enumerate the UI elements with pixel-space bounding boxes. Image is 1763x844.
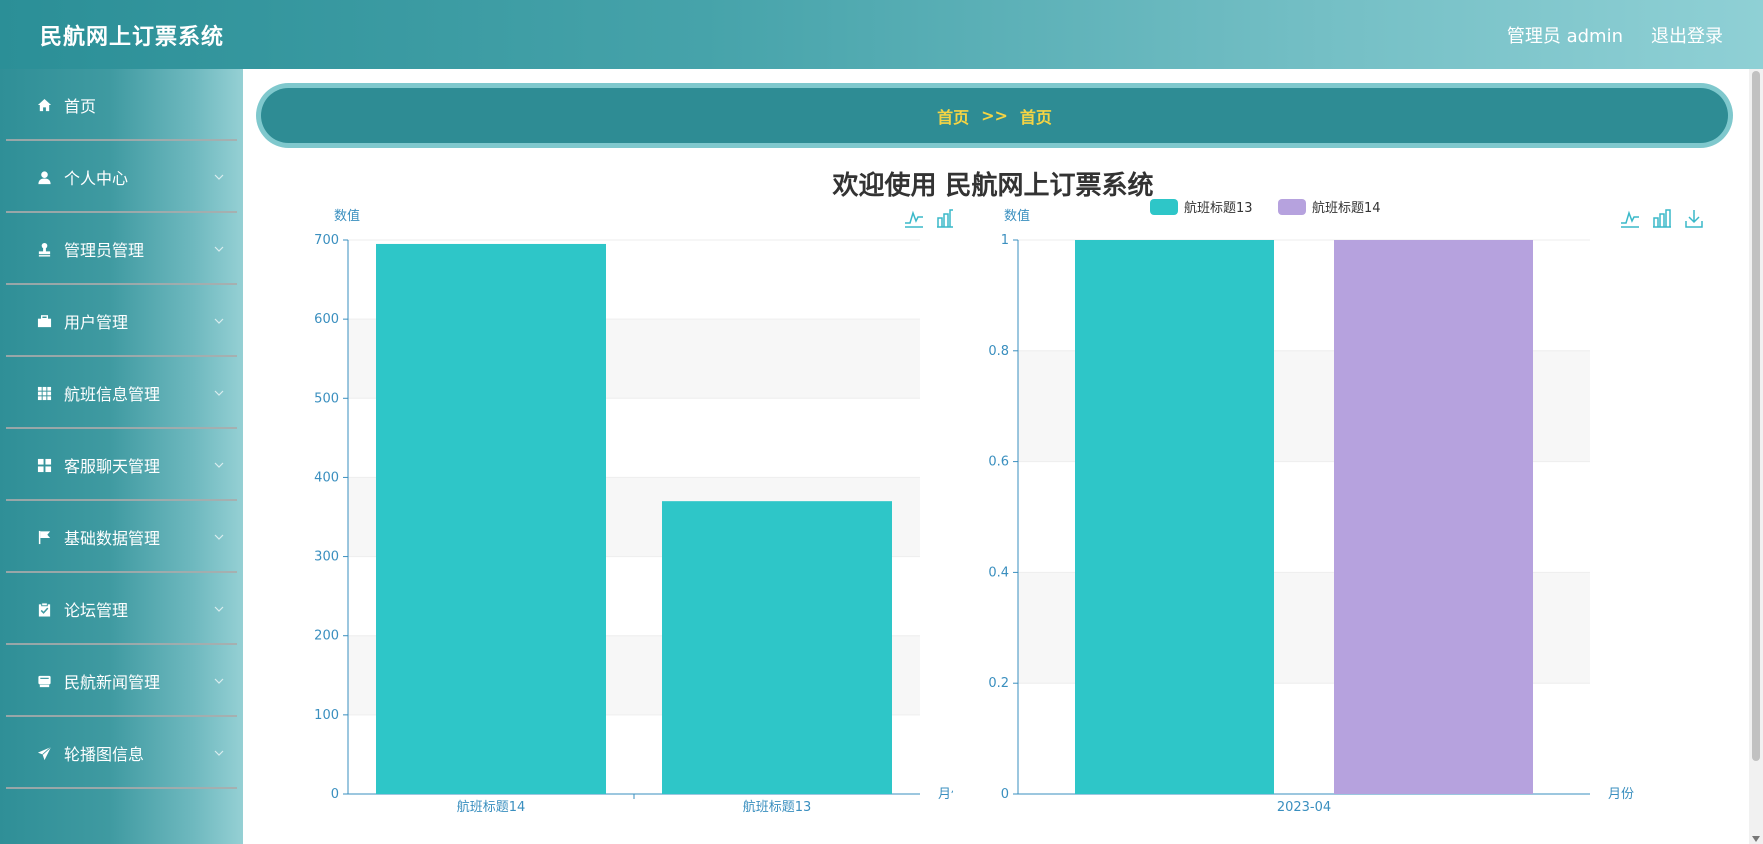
bar-secondary [1334,240,1533,794]
legend-label: 航班标题14 [1312,200,1381,216]
main-content: 首页 >> 首页 欢迎使用 民航网上订票系统 0 100 200 300 400 500 6… [243,69,1743,844]
y-axis-label: 数值 [1004,208,1030,224]
scroll-down-arrow-icon[interactable] [1752,836,1760,842]
line-chart-icon[interactable] [1621,210,1639,228]
sidebar-item-label: 管理员管理 [64,241,145,260]
y-axis-label: 数值 [334,208,360,224]
sidebar-item-forum-management[interactable]: 论坛管理 [6,573,237,645]
apps-icon [36,457,52,473]
y-tick-label: 0.2 [988,676,1009,691]
bar-primary [376,243,606,794]
y-tick-label: 700 [314,233,339,248]
y-tick-label: 300 [314,550,339,565]
download-icon[interactable] [1685,210,1703,228]
bar-chart-icon[interactable] [937,209,953,228]
clipboard-icon [36,601,52,617]
sidebar-item-flight-info-management[interactable]: 航班信息管理 [6,357,237,429]
breadcrumb-root-link[interactable]: 首页 [937,104,969,128]
chevron-down-icon [214,534,224,540]
y-tick-label: 0.8 [988,344,1009,359]
breadcrumb-current: 首页 [1019,107,1052,127]
chevron-down-icon [214,318,224,324]
flag-icon [36,529,52,545]
grid-icon [36,385,52,401]
sidebar-item-label: 客服聊天管理 [64,457,161,476]
app-title: 民航网上订票系统 [40,24,225,50]
legend-swatch [1278,199,1306,215]
send-icon [36,745,52,761]
sidebar-item-label: 轮播图信息 [64,745,145,764]
sidebar-item-admin-management[interactable]: 管理员管理 [6,213,237,285]
sidebar-item-customer-chat-management[interactable]: 客服聊天管理 [6,429,237,501]
x-axis-label: 月份 [938,787,953,802]
breadcrumb: 首页 >> 首页 [261,88,1728,143]
scrollbar-thumb[interactable] [1752,71,1760,761]
x-axis-label: 月份 [1608,787,1634,802]
y-tick-label: 600 [314,312,339,327]
y-tick-label: 0.4 [988,565,1009,580]
sidebar-item-label: 基础数据管理 [64,529,161,548]
legend-label: 航班标题13 [1184,200,1253,216]
top-header: 民航网上订票系统 管理员 admin 退出登录 [0,0,1763,69]
y-tick-label: 1 [1001,233,1009,248]
x-tick-label: 航班标题14 [457,799,526,815]
y-tick-label: 0.6 [988,455,1009,470]
chevron-down-icon [214,246,224,252]
sidebar-item-base-data-management[interactable]: 基础数据管理 [6,501,237,573]
sidebar-item-label: 航班信息管理 [64,385,161,404]
chevron-down-icon [214,390,224,396]
briefcase-icon [36,313,52,329]
chevron-down-icon [214,174,224,180]
x-tick-label: 航班标题13 [743,799,812,815]
chevron-down-icon [214,462,224,468]
breadcrumb-separator: >> [981,106,1008,125]
sidebar-item-label: 论坛管理 [64,601,129,620]
sidebar-item-personal-center[interactable]: 个人中心 [6,141,237,213]
line-chart-icon[interactable] [905,210,923,228]
sidebar-menu: 首页 个人中心 管理员管理 用户管理 航班信息管理 客服聊天管理 基础数据管理 … [0,69,243,844]
chevron-down-icon [214,678,224,684]
vertical-scrollbar[interactable] [1749,69,1763,844]
y-tick-label: 100 [314,708,339,723]
sidebar-item-label: 民航新闻管理 [64,673,161,692]
bar-primary [1075,240,1274,794]
sidebar-item-home[interactable]: 首页 [6,69,237,141]
home-icon [36,97,52,113]
bar-chart-flight-values: 0 100 200 300 400 500 600 700 数值月份航班标题14 航班标题13 [314,208,953,815]
y-tick-label: 400 [314,470,339,485]
bar-primary [662,501,892,794]
header-user-area: 管理员 admin 退出登录 [1507,22,1723,48]
y-tick-label: 0 [1001,787,1009,802]
chevron-down-icon [214,606,224,612]
sidebar-item-label: 个人中心 [64,169,129,188]
sidebar-item-label: 首页 [64,97,97,116]
bar-chart-monthly-comparison: 0 0.2 0.4 0.6 0.8 1 数值月份 2023-04 航班标题13 航班标题14 [988,199,1703,815]
sidebar-item-label: 用户管理 [64,313,129,332]
sidebar-item-user-management[interactable]: 用户管理 [6,285,237,357]
y-tick-label: 500 [314,391,339,406]
y-tick-label: 0 [331,787,339,802]
sidebar-item-carousel-info[interactable]: 轮播图信息 [6,717,237,789]
stamp-icon [36,241,52,257]
news-icon [36,673,52,689]
bar-chart-icon[interactable] [1653,209,1671,228]
user-icon [36,169,52,185]
legend-swatch [1150,199,1178,215]
logout-button[interactable]: 退出登录 [1651,22,1723,48]
chevron-down-icon [214,750,224,756]
y-tick-label: 200 [314,629,339,644]
current-user-label: 管理员 admin [1506,25,1623,47]
sidebar-item-aviation-news-management[interactable]: 民航新闻管理 [6,645,237,717]
x-tick-label: 2023-04 [1277,800,1331,815]
